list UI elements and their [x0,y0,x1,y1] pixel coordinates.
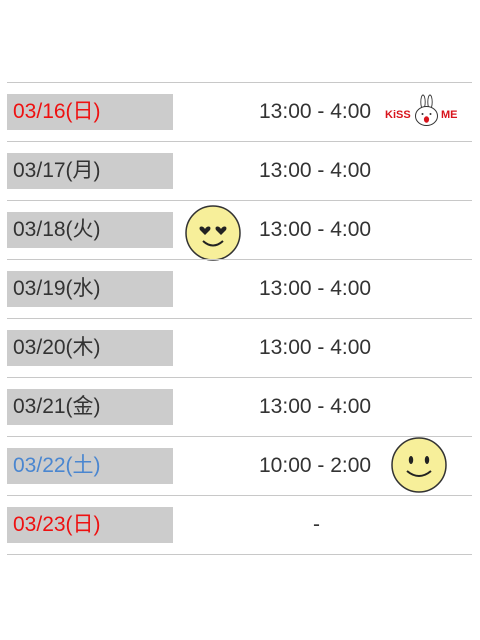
schedule-row-0321: 03/21(金) 13:00 - 4:00 [7,377,472,436]
schedule-row-0316: 03/16(日) 13:00 - 4:00 KiSS ME [7,82,472,141]
time-range: 13:00 - 4:00 [259,218,372,241]
schedule-row-0322: 03/22(土) 10:00 - 2:00 [7,436,472,495]
time-range: 13:00 - 4:00 [259,395,372,418]
time-range: 13:00 - 4:00 [259,277,372,300]
schedule-row-0317: 03/17(月) 13:00 - 4:00 [7,141,472,200]
date-label: 03/16(日) [7,94,173,130]
me-text: ME [441,109,458,121]
date-label: 03/18(火) [7,212,173,248]
date-label: 03/23(日) [7,507,173,543]
heart-eyes-smiley-icon [185,205,241,261]
time-range: 13:00 - 4:00 [259,159,372,182]
schedule-row-0320: 03/20(木) 13:00 - 4:00 [7,318,472,377]
smiley-face-icon [391,437,447,493]
time-range: 10:00 - 2:00 [259,454,372,477]
kiss-me-bunny-icon: KiSS ME [385,94,458,126]
date-label: 03/17(月) [7,153,173,189]
time-range: 13:00 - 4:00 [259,100,372,123]
date-label: 03/21(金) [7,389,173,425]
date-label: 03/22(土) [7,448,173,484]
schedule-row-0318: 03/18(火) 13:00 - 4:00 [7,200,472,261]
schedule-row-0323: 03/23(日) - [7,495,472,555]
date-label: 03/19(水) [7,271,173,307]
kiss-text: KiSS [385,109,411,121]
date-label: 03/20(木) [7,330,173,366]
time-range: 13:00 - 4:00 [259,336,372,359]
schedule-list: 03/16(日) 13:00 - 4:00 KiSS ME 03/17(月) 1… [7,82,472,555]
time-range: - [313,513,320,536]
schedule-row-0319: 03/19(水) 13:00 - 4:00 [7,259,472,318]
